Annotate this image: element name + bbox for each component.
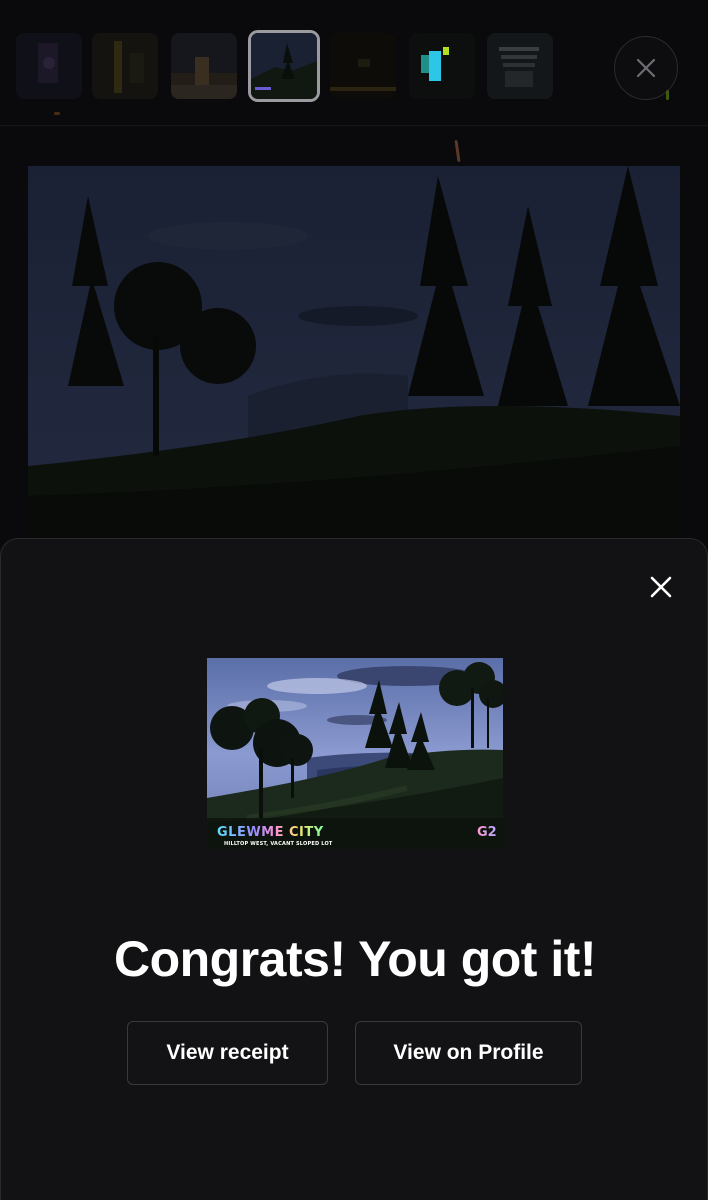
thumbnail-strip xyxy=(0,0,708,126)
view-receipt-button[interactable]: View receipt xyxy=(127,1021,328,1085)
thumbnail-5[interactable] xyxy=(330,33,396,99)
nft-badge: G2 xyxy=(477,825,497,840)
view-on-profile-button[interactable]: View on Profile xyxy=(355,1021,582,1085)
nft-brand-label: GLEWME CITY xyxy=(217,825,324,840)
thumbnail-1[interactable] xyxy=(16,33,82,99)
purchase-success-modal: GLEWME CITY HILLTOP WEST, VACANT SLOPED … xyxy=(0,538,708,1200)
thumbnail-7[interactable] xyxy=(487,33,553,99)
close-icon xyxy=(650,576,672,598)
success-headline: Congrats! You got it! xyxy=(113,931,597,987)
decorative-speck xyxy=(666,90,669,100)
thumbnail-6[interactable] xyxy=(409,33,475,99)
landscape-illustration xyxy=(207,658,503,849)
decorative-speck xyxy=(54,112,60,115)
modal-close-button[interactable] xyxy=(641,567,681,607)
close-icon xyxy=(636,58,656,78)
thumbnail-2[interactable] xyxy=(92,33,158,99)
thumbnail-3[interactable] xyxy=(171,33,237,99)
nft-subtitle: HILLTOP WEST, VACANT SLOPED LOT xyxy=(224,841,333,847)
hero-image xyxy=(28,166,680,546)
thumbnail-4[interactable] xyxy=(248,30,320,102)
nft-preview-image: GLEWME CITY HILLTOP WEST, VACANT SLOPED … xyxy=(207,658,503,849)
decorative-speck xyxy=(454,139,461,163)
